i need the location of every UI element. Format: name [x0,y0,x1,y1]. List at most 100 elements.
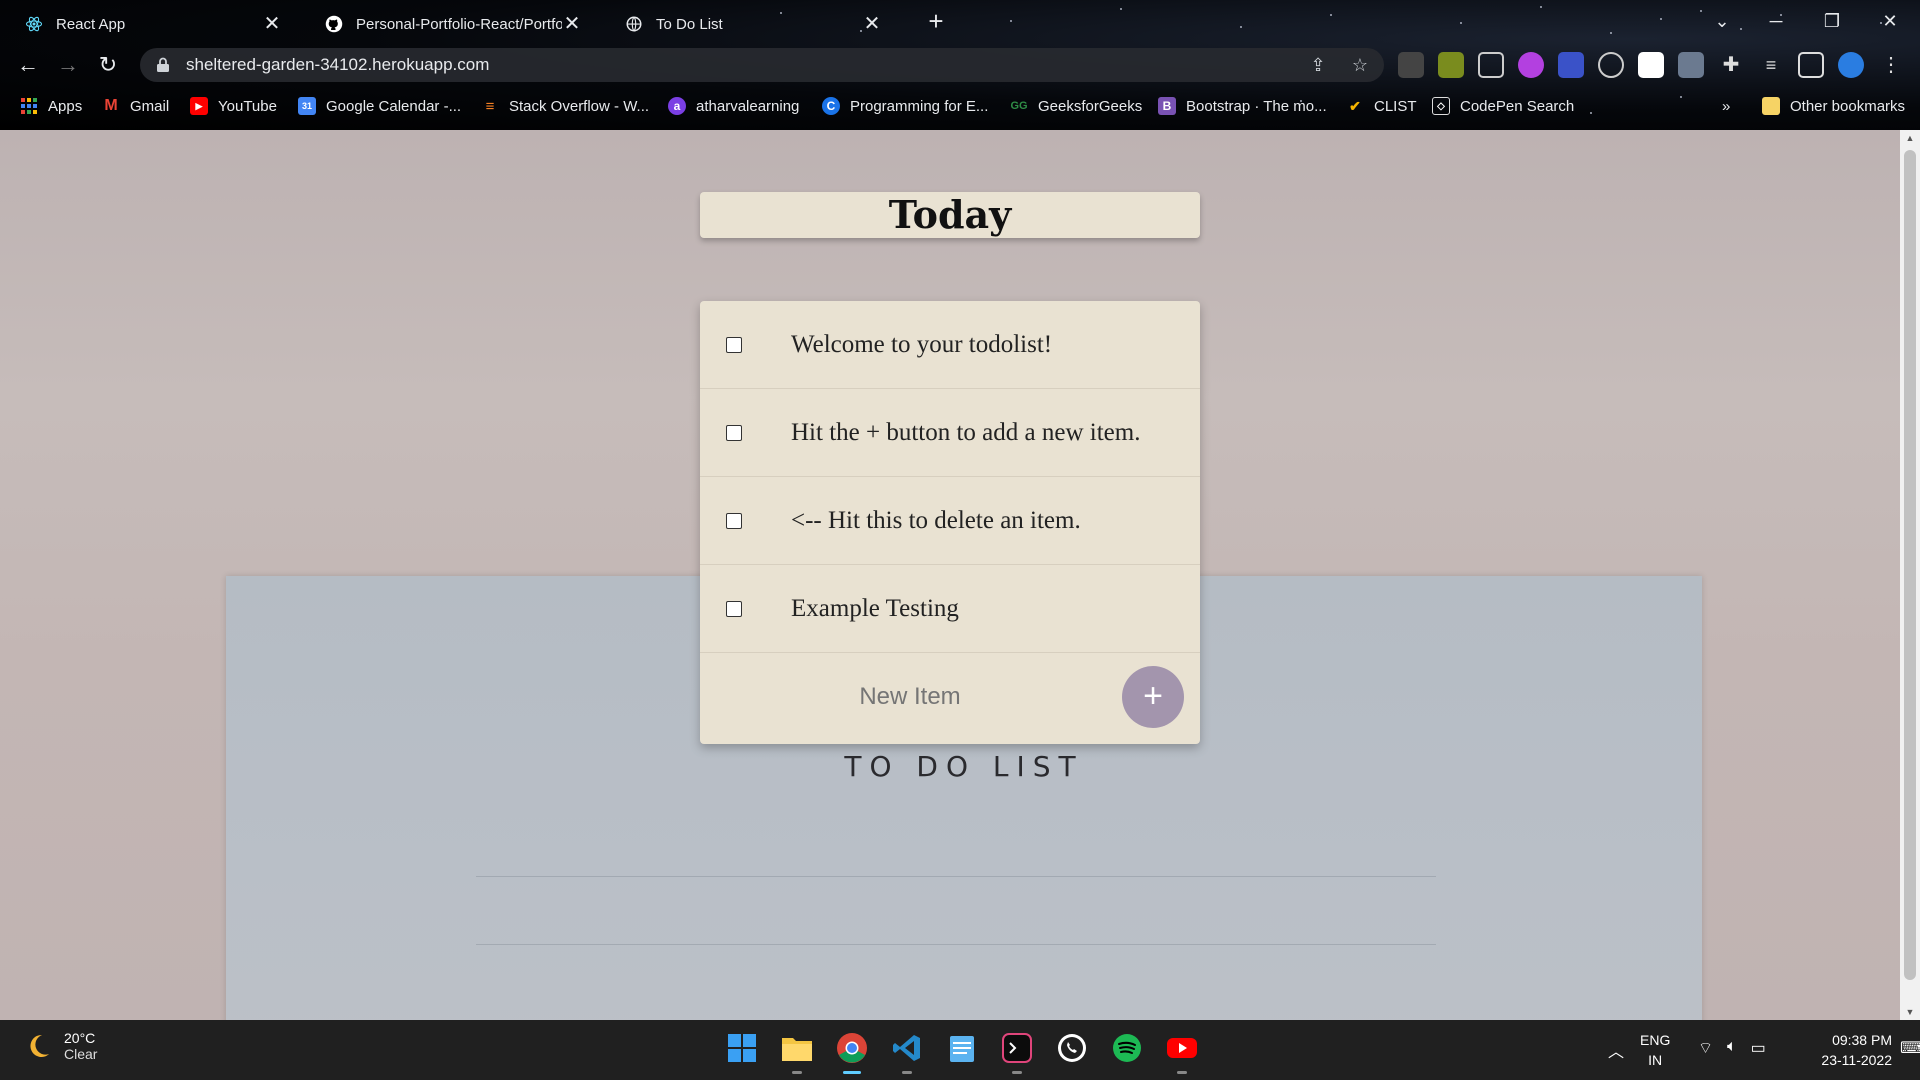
tab-search-icon[interactable]: ⌄ [1702,6,1742,36]
item-checkbox[interactable] [726,600,742,617]
tab-title: To Do List [656,15,723,33]
item-checkbox[interactable] [726,512,742,529]
gfg-icon: GG [1010,100,1028,112]
forward-icon[interactable]: → [54,51,82,79]
window-close-icon[interactable]: ✕ [1870,6,1910,36]
more-bookmarks-button[interactable]: » [1722,94,1730,118]
address-bar[interactable]: sheltered-garden-34102.herokuapp.com ⇪ ☆ [140,48,1384,82]
tab-react-app[interactable]: React App ✕ [0,6,296,42]
bookmark-label: CLIST [1374,97,1417,115]
file-explorer-icon[interactable] [779,1030,815,1074]
clock-date: 23-11-2022 [1821,1052,1892,1068]
bookmark-atharvalearning[interactable]: a atharvalearning [668,94,799,118]
globe-icon [624,14,644,34]
bookmark-google-calendar[interactable]: 31 Google Calendar -... [298,94,461,118]
item-text: Welcome to your todolist! [791,330,1053,358]
page-scrollbar[interactable]: ▲ ▼ [1900,130,1920,1020]
extension-icon[interactable] [1558,52,1584,78]
list-item: Example Testing [700,565,1200,653]
url-text: sheltered-garden-34102.herokuapp.com [186,55,490,74]
bookmark-geeksforgeeks[interactable]: GG GeeksforGeeks [1010,94,1142,118]
restore-icon[interactable]: ❐ [1812,6,1852,36]
back-icon[interactable]: ← [14,51,42,79]
side-panel-icon[interactable] [1798,52,1824,78]
react-icon [24,14,44,34]
page-heading: Today [700,192,1200,238]
clock[interactable]: 09:38 PM 23-11-2022 [1792,1030,1892,1070]
bookmark-stack-overflow[interactable]: ≡ Stack Overflow - W... [481,94,649,118]
bookmark-programming[interactable]: C Programming for E... [822,94,988,118]
new-item-input[interactable] [760,677,1060,717]
tab-github[interactable]: Personal-Portfolio-React/Portfolio ✕ [300,6,596,42]
background-title: TO DO LIST [844,750,1084,783]
region-code: IN [1648,1052,1663,1068]
terminal-icon[interactable] [999,1030,1035,1074]
bookmark-star-icon[interactable]: ☆ [1348,53,1372,77]
calendar-icon: 31 [298,97,316,115]
extension-icon[interactable] [1438,52,1464,78]
chevron-up-icon[interactable]: ︿ [1608,1038,1624,1062]
notification-icon[interactable]: ⌨︎ [1900,1038,1920,1058]
scroll-down-icon[interactable]: ▼ [1900,1004,1920,1020]
bookmark-codepen[interactable]: ◇ CodePen Search [1432,94,1574,118]
new-tab-button[interactable]: + [922,8,950,36]
item-checkbox[interactable] [726,424,742,441]
bookmark-label: Bootstrap · The mo... [1186,97,1327,115]
close-icon[interactable]: ✕ [562,14,582,34]
bookmark-label: Stack Overflow - W... [509,97,650,115]
browser-toolbar: ← → ↻ sheltered-garden-34102.herokuapp.c… [0,44,1920,86]
bookmark-bootstrap[interactable]: B Bootstrap · The mo... [1158,94,1327,118]
language-indicator[interactable]: ENG IN [1640,1030,1670,1070]
bookmark-label: Other bookmarks [1790,97,1906,115]
bookmark-gmail[interactable]: M Gmail [102,94,169,118]
spotify-icon[interactable] [1109,1030,1145,1066]
shield-icon[interactable] [1678,52,1704,78]
minimize-icon[interactable]: ─ [1756,6,1796,36]
share-icon[interactable]: ⇪ [1306,53,1330,77]
bookmark-label: Apps [48,97,83,115]
bookmark-label: Google Calendar -... [326,97,462,115]
start-icon[interactable] [724,1030,760,1066]
chrome-icon[interactable] [834,1030,870,1074]
moon-icon [24,1032,52,1060]
scroll-up-icon[interactable]: ▲ [1900,130,1920,146]
page-viewport: TO DO LIST Today Welcome to your todolis… [0,130,1900,1020]
close-icon[interactable]: ✕ [262,14,282,34]
extension-icon[interactable] [1598,52,1624,78]
add-item-button[interactable]: + [1122,666,1184,728]
list-item: Hit the + button to add a new item. [700,389,1200,477]
weather-widget[interactable]: 20°C Clear [24,1030,97,1062]
bootstrap-icon: B [1158,97,1176,115]
notion-icon[interactable] [1638,52,1664,78]
vscode-icon[interactable] [889,1030,925,1074]
bookmark-label: CodePen Search [1460,97,1575,115]
system-icons[interactable]: ⌔ 🔈︎ ▭ [1698,1038,1766,1058]
bookmark-label: Gmail [130,97,170,115]
bookmark-youtube[interactable]: ▶ YouTube [190,94,277,118]
tab-to-do-list[interactable]: To Do List ✕ [600,6,896,42]
bookmark-apps[interactable]: Apps [20,94,82,118]
weather-condition: Clear [64,1046,98,1062]
menu-dots-icon[interactable]: ⋮ [1878,52,1904,78]
extension-icon[interactable] [1398,52,1424,78]
extension-icon[interactable] [1478,52,1504,78]
bookmark-label: Programming for E... [850,97,989,115]
extension-icon[interactable] [1518,52,1544,78]
whatsapp-icon[interactable] [1054,1030,1090,1066]
windows-taskbar: 20°C Clear ︿ ENG IN ⌔ 🔈︎ ▭ 09:38 PM 23-1… [0,1020,1920,1080]
todo-list: Welcome to your todolist! Hit the + butt… [700,301,1200,744]
other-bookmarks[interactable]: Other bookmarks [1762,94,1905,118]
bookmark-clist[interactable]: ✔ CLIST [1346,94,1417,118]
media-icon[interactable]: ≡ [1758,52,1784,78]
avatar[interactable] [1838,52,1864,78]
youtube-app-icon[interactable] [1164,1030,1200,1074]
close-icon[interactable]: ✕ [862,14,882,34]
stackoverflow-icon: ≡ [485,97,495,115]
reload-icon[interactable]: ↻ [94,51,122,79]
puzzle-icon[interactable]: ✚ [1718,52,1744,78]
notepad-icon[interactable] [944,1030,980,1066]
scrollbar-thumb[interactable] [1904,150,1916,980]
item-checkbox[interactable] [726,336,742,353]
codechef-icon: C [822,97,840,115]
atharva-icon: a [668,97,686,115]
